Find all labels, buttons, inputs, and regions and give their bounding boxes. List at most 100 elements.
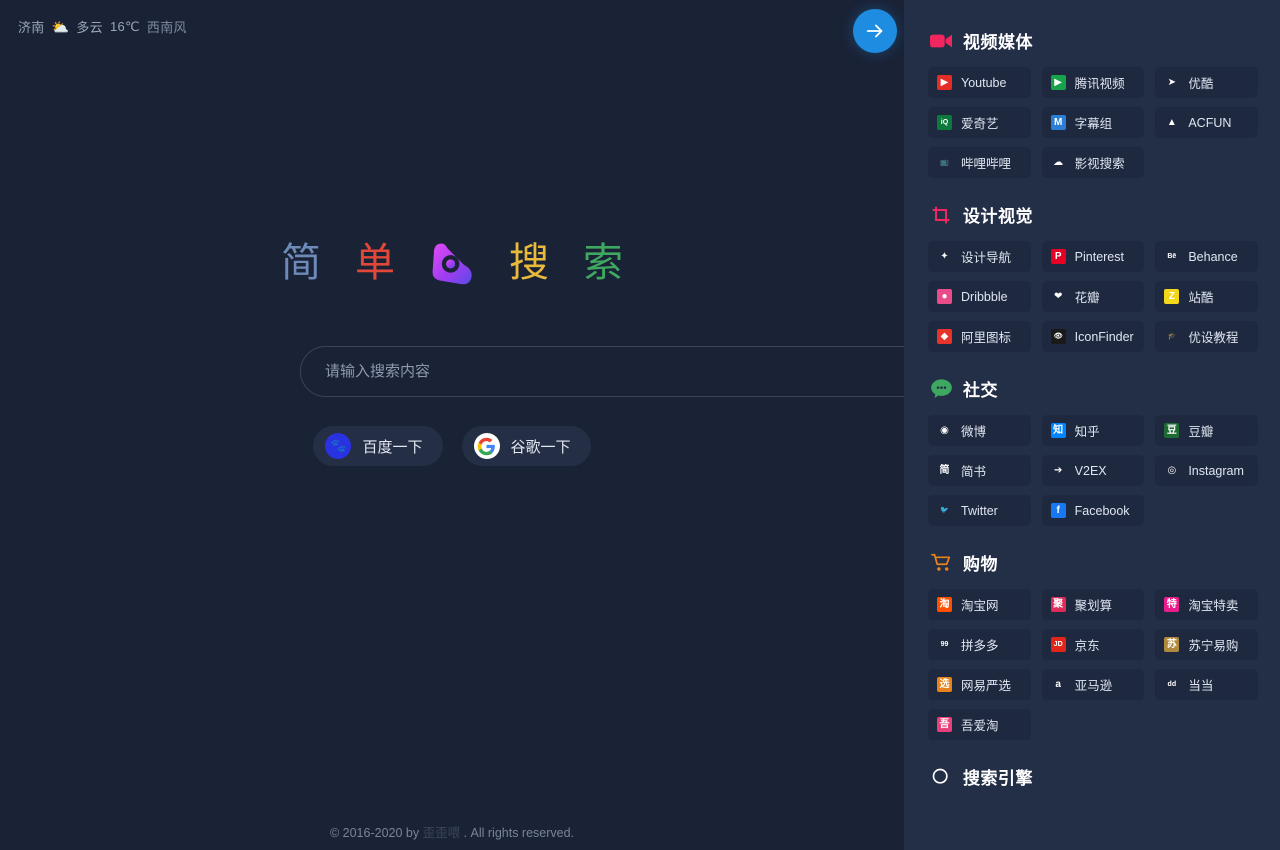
sidebar-section-2: 设计视觉 ✦ 设计导航 P Pinterest Bē Behance ● Dribbble ❤ 花瓣… <box>928 202 1258 352</box>
link-label: IconFinder <box>1074 329 1134 344</box>
link-card[interactable]: 📺 哔哩哔哩 <box>928 147 1031 178</box>
acfun-icon: ▲ <box>1166 116 1177 128</box>
google-search-button[interactable]: 谷歌一下 <box>461 426 591 466</box>
link-card[interactable]: 特淘宝特卖 <box>1155 589 1258 620</box>
link-card[interactable]: ◎ Instagram <box>1155 455 1258 486</box>
link-label: 淘宝特卖 <box>1188 599 1239 613</box>
logo-char-2: 单 <box>355 241 395 285</box>
link-label: 站酷 <box>1188 291 1214 305</box>
sidebar-section-3: 社交 ◉ 微博知知乎豆豆瓣简简书 ➔ V2EX ◎ Instagram 🐦 Twitter f Fa… <box>928 376 1258 526</box>
footer-author: 歪歪喂 <box>422 826 461 840</box>
link-label: 腾讯视频 <box>1074 77 1125 91</box>
section-header: 购物 <box>928 550 1258 575</box>
footer-suffix: . All rights reserved. <box>460 826 575 840</box>
link-card[interactable]: P Pinterest <box>1041 241 1145 272</box>
wuaitao-icon: 吾 <box>937 717 952 732</box>
shopping-cart-icon <box>930 552 952 574</box>
youtube-icon: ▶ <box>937 75 952 90</box>
link-card[interactable]: ● Dribbble <box>928 281 1031 312</box>
instagram-icon: ◎ <box>1167 464 1177 476</box>
link-card[interactable]: 选网易严选 <box>928 669 1031 700</box>
link-label: 网易严选 <box>961 679 1012 693</box>
weather-wind: 西南风 <box>146 20 187 35</box>
link-card[interactable]: 🐦 Twitter <box>928 495 1031 526</box>
iconfinder-icon: 👁 <box>1050 329 1066 344</box>
taobao-icon: 淘 <box>937 597 952 612</box>
link-card[interactable]: Bē Behance <box>1155 241 1258 272</box>
link-label: 拼多多 <box>961 639 999 653</box>
section-title: 视频媒体 <box>963 33 1033 52</box>
weather-temperature: 16℃ <box>109 18 140 34</box>
link-card[interactable]: dd 当当 <box>1155 669 1258 700</box>
site-logo: 简 单 搜 索 <box>0 240 904 286</box>
link-label: Youtube <box>961 75 1007 90</box>
link-card[interactable]: ◉ 微博 <box>928 415 1031 446</box>
links-sidebar[interactable]: 视频媒体 ▶ Youtube ▶ 腾讯视频 ➤ 优酷 iQ 爱奇艺 M 字幕组 ▲ ACFUN 📺 哔哩哔哩… <box>904 0 1280 850</box>
link-grid: ✦ 设计导航 P Pinterest Bē Behance ● Dribbble ❤ 花瓣 Z 站酷 ◆… <box>928 241 1258 352</box>
baidu-icon: 🐾 <box>325 433 352 459</box>
link-label: 阿里图标 <box>961 331 1012 345</box>
footer-copyright: © 2016-2020 by 歪歪喂 . All rights reserved… <box>0 822 904 841</box>
movie-search-icon: ☁ <box>1053 156 1064 168</box>
link-card[interactable]: 🎓 优设教程 <box>1155 321 1258 352</box>
link-card[interactable]: iQ 爱奇艺 <box>928 107 1031 138</box>
link-card[interactable]: 👁 IconFinder <box>1041 321 1145 352</box>
facebook-icon: f <box>1050 503 1066 518</box>
link-card[interactable]: Z 站酷 <box>1155 281 1258 312</box>
link-card[interactable]: M 字幕组 <box>1041 107 1145 138</box>
link-card[interactable]: ◆ 阿里图标 <box>928 321 1031 352</box>
section-header: 搜索引擎 <box>928 764 1258 789</box>
baidu-search-button[interactable]: 🐾 百度一下 <box>313 426 443 466</box>
section-title: 设计视觉 <box>963 207 1033 226</box>
link-card[interactable]: ▶ 腾讯视频 <box>1041 67 1145 98</box>
huaban-icon: ❤ <box>1053 290 1063 302</box>
google-search-label: 谷歌一下 <box>510 438 571 456</box>
link-label: Instagram <box>1188 463 1244 478</box>
douban-icon: 豆 <box>1164 423 1180 438</box>
link-label: 爱奇艺 <box>961 117 999 131</box>
logo-char-3: 搜 <box>509 241 549 285</box>
link-card[interactable]: f Facebook <box>1041 495 1145 526</box>
juhuasuan-icon: 聚 <box>1050 597 1066 612</box>
link-card[interactable]: JD 京东 <box>1041 629 1145 660</box>
search-input[interactable] <box>300 346 904 397</box>
link-card[interactable]: ➔ V2EX <box>1041 455 1145 486</box>
link-card[interactable]: ▶ Youtube <box>928 67 1031 98</box>
link-card[interactable]: a 亚马逊 <box>1041 669 1145 700</box>
link-card[interactable]: 知知乎 <box>1041 415 1145 446</box>
search-engine-buttons: 🐾 百度一下 谷歌一下 <box>0 426 904 466</box>
link-card[interactable]: ☁ 影视搜索 <box>1041 147 1145 178</box>
link-card[interactable]: 苏苏宁易购 <box>1155 629 1258 660</box>
logo-char-1: 简 <box>281 241 321 285</box>
link-card[interactable]: 淘淘宝网 <box>928 589 1031 620</box>
link-grid: 淘淘宝网聚聚划算特淘宝特卖 99 拼多多 JD 京东苏苏宁易购选网易严选 a 亚马逊 dd 当当… <box>928 589 1258 740</box>
jd-icon: JD <box>1050 637 1066 652</box>
link-card[interactable]: 99 拼多多 <box>928 629 1031 660</box>
link-card[interactable]: 豆豆瓣 <box>1155 415 1258 446</box>
link-label: Pinterest <box>1074 249 1124 264</box>
link-label: 聚划算 <box>1074 599 1113 613</box>
footer-prefix: © 2016-2020 by <box>329 826 423 840</box>
link-label: 哔哩哔哩 <box>961 157 1012 171</box>
sidebar-section-4: 购物淘淘宝网聚聚划算特淘宝特卖 99 拼多多 JD 京东苏苏宁易购选网易严选 a 亚马逊 dd… <box>928 550 1258 740</box>
dangdang-icon: dd <box>1167 681 1177 688</box>
link-card[interactable]: ✦ 设计导航 <box>928 241 1031 272</box>
link-label: 字幕组 <box>1074 117 1113 131</box>
zcool-icon: Z <box>1164 289 1180 304</box>
link-card[interactable]: ➤ 优酷 <box>1155 67 1258 98</box>
pinduoduo-icon: 99 <box>940 641 949 648</box>
link-card[interactable]: ❤ 花瓣 <box>1041 281 1145 312</box>
link-card[interactable]: 吾吾爱淘 <box>928 709 1031 740</box>
link-label: 当当 <box>1188 679 1214 693</box>
go-arrow-button[interactable] <box>853 9 897 53</box>
link-card[interactable]: 简简书 <box>928 455 1031 486</box>
link-label: Facebook <box>1074 503 1130 518</box>
v2ex-icon: ➔ <box>1053 464 1063 476</box>
link-label: 设计导航 <box>961 251 1012 265</box>
suning-icon: 苏 <box>1164 637 1180 652</box>
link-label: Behance <box>1188 249 1238 264</box>
link-card[interactable]: 聚聚划算 <box>1041 589 1145 620</box>
video-camera-icon <box>930 30 952 52</box>
google-icon <box>473 433 500 459</box>
link-card[interactable]: ▲ ACFUN <box>1155 107 1258 138</box>
